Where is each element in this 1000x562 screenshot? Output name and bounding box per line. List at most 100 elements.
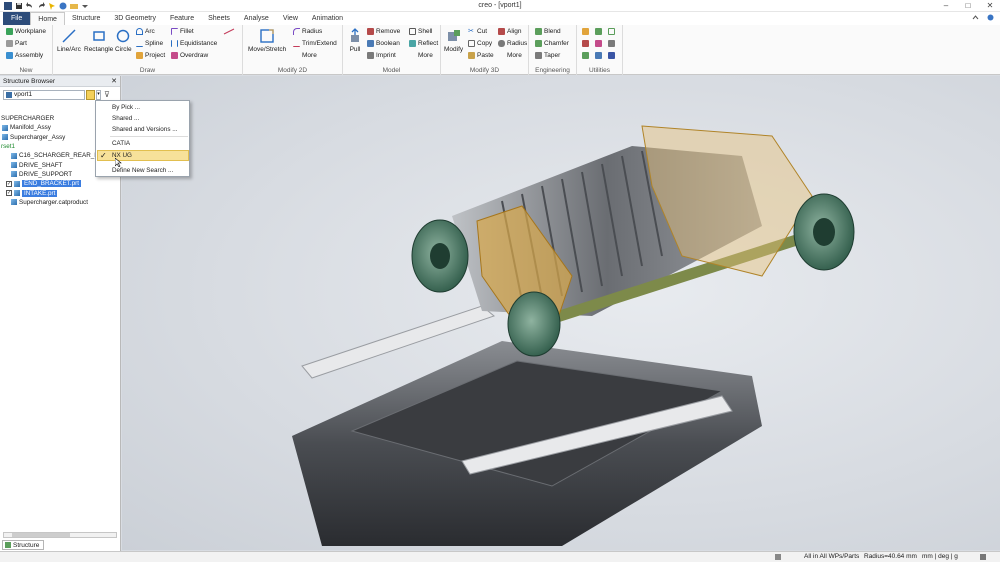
- properties-icon[interactable]: [608, 40, 615, 47]
- line-arc-icon: [62, 29, 76, 43]
- tab-structure[interactable]: Structure: [65, 12, 107, 25]
- workplane-button[interactable]: Workplane: [6, 28, 46, 35]
- binoculars-icon[interactable]: [86, 90, 95, 100]
- sketch-plane-icon[interactable]: [608, 28, 615, 35]
- copy-button[interactable]: Copy: [468, 40, 492, 47]
- checkbox[interactable]: ✓: [6, 180, 12, 187]
- overdraw-button[interactable]: Overdraw: [171, 52, 208, 59]
- close-button[interactable]: ✕: [984, 0, 996, 11]
- modify-icon: [447, 30, 460, 41]
- taper-button[interactable]: Taper: [535, 52, 560, 59]
- window-title: creo - [vport1]: [478, 2, 522, 9]
- status-units[interactable]: mm | deg | g: [922, 553, 958, 560]
- filter-icon[interactable]: ⊽: [104, 90, 113, 100]
- menu-item-by-pick[interactable]: By Pick ...: [112, 104, 140, 111]
- horizontal-scrollbar[interactable]: [3, 532, 117, 538]
- group-modify-3d: Modify ✂ Cut Copy Paste Align Radius More…: [441, 25, 529, 75]
- scroll-thumb[interactable]: [12, 533, 70, 537]
- taper-icon: [535, 52, 542, 59]
- layer-icon[interactable]: [608, 52, 615, 59]
- tab-home[interactable]: Home: [30, 12, 65, 25]
- imprint-icon: [367, 52, 374, 59]
- menu-item-highlight: [97, 150, 189, 161]
- tab-structure-panel[interactable]: Structure: [2, 540, 45, 550]
- tree-item[interactable]: Supercharger.catproduct: [0, 198, 120, 207]
- tab-view[interactable]: View: [276, 12, 305, 25]
- pull-button[interactable]: Pull: [347, 28, 363, 53]
- group-model: Pull Remove Boolean Imprint Shell Reflec…: [343, 25, 441, 75]
- search-value: vport1: [14, 91, 33, 98]
- search-row: vport1 ▾ ⊽: [3, 90, 118, 100]
- tab-animation[interactable]: Animation: [305, 12, 350, 25]
- fillet-button[interactable]: Fillet: [171, 28, 194, 35]
- reflect-button[interactable]: Reflect: [409, 40, 438, 47]
- move-stretch-icon: [260, 29, 274, 43]
- paste-button[interactable]: Paste: [468, 52, 494, 59]
- shell-button[interactable]: Shell: [409, 28, 432, 35]
- remove-button[interactable]: Remove: [367, 28, 400, 35]
- search-input[interactable]: vport1: [3, 90, 85, 100]
- align-button[interactable]: Align: [498, 28, 521, 35]
- spline-icon: [136, 40, 143, 47]
- tree-item[interactable]: ✓ INTAKE.prt: [0, 188, 120, 197]
- imprint-button[interactable]: Imprint: [367, 52, 396, 59]
- assembly-button[interactable]: Assembly: [6, 52, 43, 59]
- tab-feature[interactable]: Feature: [163, 12, 201, 25]
- part-button[interactable]: Part: [6, 40, 27, 47]
- more-model-button[interactable]: More: [409, 52, 433, 59]
- menu-item-shared-versions[interactable]: Shared and Versions ...: [112, 126, 177, 133]
- radius-3d-button[interactable]: Radius: [498, 40, 527, 47]
- radius-2d-button[interactable]: Radius: [293, 28, 322, 35]
- tab-3d-geometry[interactable]: 3D Geometry: [107, 12, 163, 25]
- move-stretch-button[interactable]: Move/Stretch: [248, 28, 286, 53]
- radius-icon: [498, 40, 505, 47]
- chamfer-button[interactable]: Chamfer: [535, 40, 569, 47]
- copy-icon: [468, 40, 475, 47]
- arc-button[interactable]: Arc: [136, 28, 155, 35]
- chevron-down-icon[interactable]: ▾: [96, 90, 101, 100]
- modify-button[interactable]: Modify: [444, 28, 463, 53]
- project-button[interactable]: Project: [136, 52, 165, 59]
- line-arc-button[interactable]: Line/Arc: [57, 28, 81, 53]
- rectangle-button[interactable]: Rectangle: [84, 28, 113, 53]
- blend-button[interactable]: Blend: [535, 28, 561, 35]
- menu-item-catia[interactable]: CATIA: [112, 140, 130, 147]
- close-icon[interactable]: ✕: [111, 76, 117, 87]
- circle-button[interactable]: Circle: [115, 28, 132, 53]
- equidistance-button[interactable]: Equidistance: [171, 40, 217, 47]
- line-style-button[interactable]: [223, 28, 235, 35]
- collapse-ribbon-icon[interactable]: [972, 14, 979, 21]
- help-icon[interactable]: [987, 14, 994, 21]
- align-icon: [498, 28, 505, 35]
- checkbox[interactable]: ✓: [6, 190, 12, 197]
- 3d-viewport[interactable]: [122, 76, 1000, 550]
- cut-button[interactable]: ✂ Cut: [468, 28, 487, 35]
- boolean-button[interactable]: Boolean: [367, 40, 400, 47]
- status-bar: All in All WPs/Parts Radius=40.64 mm mm …: [0, 551, 1000, 562]
- tree-item[interactable]: ✓ END_BRACKET.prt: [0, 179, 120, 188]
- measure-icon[interactable]: [595, 28, 602, 35]
- more-3d-button[interactable]: More: [498, 52, 522, 59]
- tab-file[interactable]: File: [3, 12, 31, 25]
- remove-icon: [367, 28, 374, 35]
- trim-extend-button[interactable]: Trim/Extend: [293, 40, 337, 47]
- tab-analyse[interactable]: Analyse: [237, 12, 276, 25]
- pulley-left-hub: [430, 243, 450, 269]
- more-2d-button[interactable]: More: [293, 52, 317, 59]
- menu-item-shared[interactable]: Shared ...: [112, 115, 139, 122]
- pin-icon[interactable]: [582, 40, 589, 47]
- grid-icon[interactable]: [595, 52, 602, 59]
- part-icon: [11, 171, 17, 178]
- minimize-button[interactable]: –: [940, 0, 952, 11]
- workplane-icon: [6, 28, 13, 35]
- status-scope[interactable]: All in All WPs/Parts: [804, 553, 859, 560]
- select-tool-icon[interactable]: [582, 28, 589, 35]
- snap-icon[interactable]: [582, 52, 589, 59]
- tab-sheets[interactable]: Sheets: [201, 12, 237, 25]
- color-icon[interactable]: [595, 40, 602, 47]
- status-radius[interactable]: Radius=40.64 mm: [864, 553, 917, 560]
- maximize-button[interactable]: □: [962, 0, 974, 11]
- arc-icon: [136, 28, 143, 35]
- menu-item-define-new-search[interactable]: Define New Search ...: [112, 167, 173, 174]
- spline-button[interactable]: Spline: [136, 40, 163, 47]
